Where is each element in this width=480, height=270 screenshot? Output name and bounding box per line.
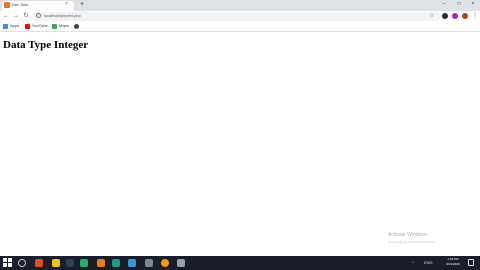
favicon-icon xyxy=(4,2,10,8)
menu-kebab-icon[interactable]: ⋮ xyxy=(472,12,478,20)
maximize-button[interactable]: □ xyxy=(452,0,466,9)
page-heading: Data Type Integer xyxy=(3,39,89,51)
bookmark-youtube[interactable]: YouTube xyxy=(32,23,48,29)
url-text[interactable]: localhost/php/int.php xyxy=(44,13,81,19)
clock[interactable]: 1:54 PM 9/13/2020 xyxy=(442,257,464,267)
notification-icon[interactable] xyxy=(468,259,474,266)
new-tab-button[interactable]: + xyxy=(80,1,84,9)
watermark-subtitle: Go to Settings to activate Windows. xyxy=(388,240,436,244)
apps-icon xyxy=(3,24,8,29)
app-icon-2[interactable] xyxy=(66,259,74,267)
file-explorer-icon[interactable] xyxy=(52,259,60,267)
app-icon-5[interactable] xyxy=(112,259,120,267)
bookmark-star-icon[interactable]: ☆ xyxy=(429,12,434,20)
bookmark-apps[interactable]: Apps xyxy=(10,23,19,29)
reload-button[interactable]: ↻ xyxy=(22,12,30,20)
close-window-button[interactable]: × xyxy=(466,0,480,9)
extension-icon[interactable] xyxy=(442,13,448,19)
bookmark-maps[interactable]: Maps xyxy=(59,23,69,29)
minimize-button[interactable]: – xyxy=(437,0,451,9)
chrome-icon[interactable] xyxy=(161,259,169,267)
search-icon[interactable] xyxy=(18,259,26,267)
maps-icon xyxy=(52,24,57,29)
watermark-title: Activate Windows xyxy=(388,232,428,238)
tab-title[interactable]: Dev Solo xyxy=(12,2,28,8)
youtube-icon xyxy=(25,24,30,29)
back-button[interactable]: ← xyxy=(2,12,10,20)
tab-close-icon[interactable]: × xyxy=(65,1,68,8)
info-icon[interactable]: i xyxy=(36,13,41,18)
app-icon-7[interactable] xyxy=(177,259,185,267)
tray-expand-icon[interactable]: ^ xyxy=(412,259,414,267)
bookmarks-bar xyxy=(0,22,480,32)
windows-start-icon[interactable] xyxy=(3,258,13,268)
clock-date: 9/13/2020 xyxy=(446,262,460,266)
profile-avatar-icon[interactable] xyxy=(462,13,468,19)
edge-icon[interactable] xyxy=(128,259,136,267)
address-bar[interactable] xyxy=(33,12,441,21)
forward-button[interactable]: → xyxy=(12,12,20,20)
app-icon-4[interactable] xyxy=(97,259,105,267)
github-icon[interactable] xyxy=(74,24,79,29)
extension-puzzle-icon[interactable] xyxy=(452,13,458,19)
app-icon-6[interactable] xyxy=(145,259,153,267)
app-icon-1[interactable] xyxy=(35,259,43,267)
language-indicator[interactable]: ENG xyxy=(424,259,433,267)
app-icon-3[interactable] xyxy=(80,259,88,267)
